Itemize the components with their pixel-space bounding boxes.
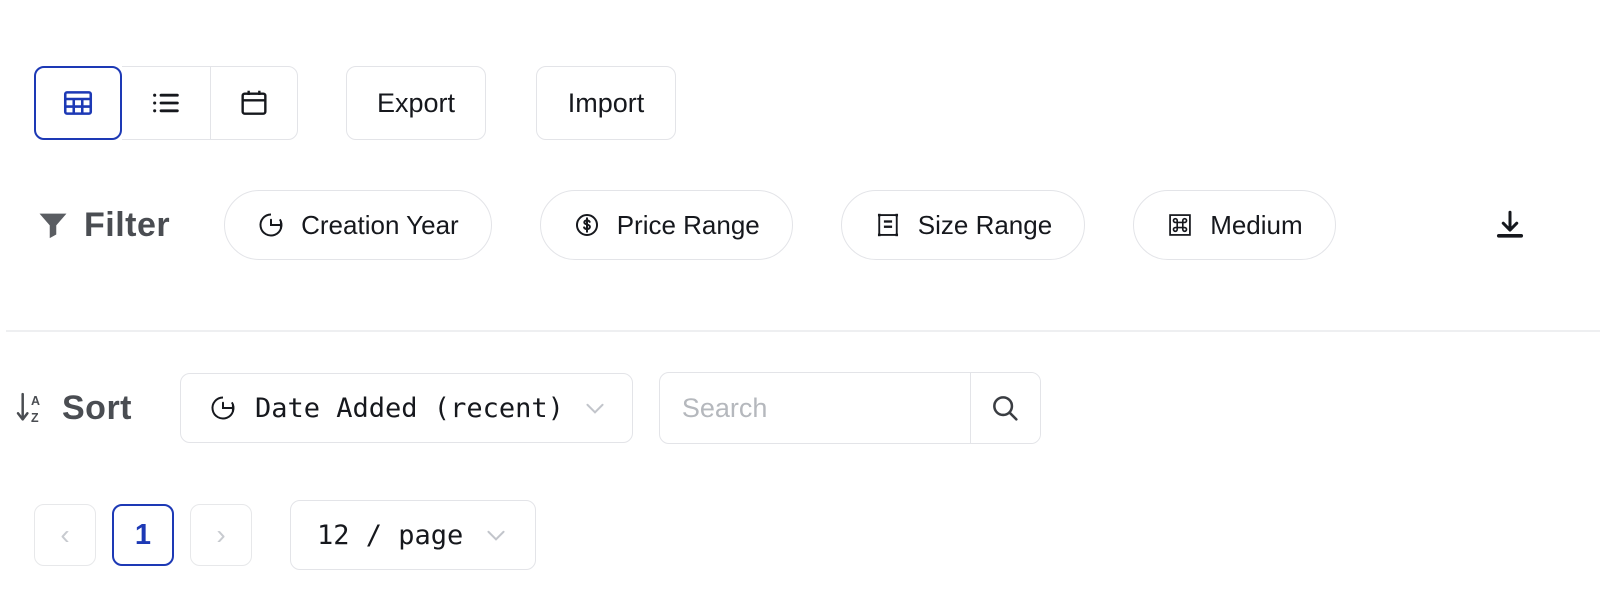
top-toolbar: Export Import xyxy=(34,66,677,140)
sort-select-value: Date Added (recent) xyxy=(255,392,564,424)
dollar-circle-icon xyxy=(573,211,601,239)
download-button[interactable] xyxy=(1484,199,1536,251)
import-button[interactable]: Import xyxy=(536,66,677,140)
pagination-page-1-button[interactable]: 1 xyxy=(112,504,174,566)
filter-chip-creation-year[interactable]: Creation Year xyxy=(224,190,492,260)
list-icon xyxy=(149,86,183,120)
filter-chip-medium[interactable]: Medium xyxy=(1133,190,1336,260)
page-size-value: 12 / page xyxy=(317,519,464,551)
pagination-next-button[interactable]: › xyxy=(190,504,252,566)
sort-label-group: A Z Sort xyxy=(14,389,132,428)
download-icon xyxy=(1492,207,1528,243)
view-mode-switcher xyxy=(34,66,298,140)
filter-chip-label: Size Range xyxy=(917,209,1053,240)
chevron-down-icon xyxy=(483,522,509,548)
view-mode-grid-button[interactable] xyxy=(34,66,122,140)
filter-chip-label: Creation Year xyxy=(301,209,459,240)
search-icon xyxy=(989,392,1021,424)
filter-chip-label: Price Range xyxy=(616,209,760,240)
filter-label: Filter xyxy=(84,205,171,244)
sort-bar: A Z Sort Date Added (recent) xyxy=(14,372,1041,444)
clock-icon xyxy=(209,394,237,422)
pagination: ‹ 1 › 12 / page xyxy=(34,500,537,570)
filter-chip-list: Creation Year Price Range Size Range Med… xyxy=(224,190,1336,260)
filter-chip-label: Medium xyxy=(1210,209,1303,240)
calendar-icon xyxy=(238,87,270,119)
search-box xyxy=(658,372,1041,444)
search-button[interactable] xyxy=(969,373,1040,443)
view-mode-calendar-button[interactable] xyxy=(210,66,298,140)
page-size-select[interactable]: 12 / page xyxy=(290,500,537,570)
ruler-box-icon xyxy=(874,211,902,239)
pagination-prev-button[interactable]: ‹ xyxy=(34,504,96,566)
view-mode-list-button[interactable] xyxy=(122,66,210,140)
filter-chip-size-range[interactable]: Size Range xyxy=(840,190,1086,260)
sort-az-icon: A Z xyxy=(14,390,48,426)
search-input[interactable] xyxy=(659,373,970,443)
clock-icon xyxy=(257,211,285,239)
sort-select[interactable]: Date Added (recent) xyxy=(180,373,633,443)
toolbar-page: Export Import Filter Creation Year Price… xyxy=(0,0,1604,608)
chevron-down-icon xyxy=(582,395,608,421)
filter-label-group: Filter xyxy=(36,206,170,245)
svg-text:Z: Z xyxy=(31,411,39,425)
command-box-icon xyxy=(1166,211,1194,239)
section-divider xyxy=(6,330,1600,332)
grid-icon xyxy=(61,86,95,120)
filter-chip-price-range[interactable]: Price Range xyxy=(539,190,793,260)
funnel-icon xyxy=(36,208,70,242)
svg-text:A: A xyxy=(31,394,41,408)
export-button[interactable]: Export xyxy=(346,66,487,140)
filter-bar: Filter Creation Year Price Range Size Ra… xyxy=(36,190,1572,260)
sort-label: Sort xyxy=(62,388,132,427)
